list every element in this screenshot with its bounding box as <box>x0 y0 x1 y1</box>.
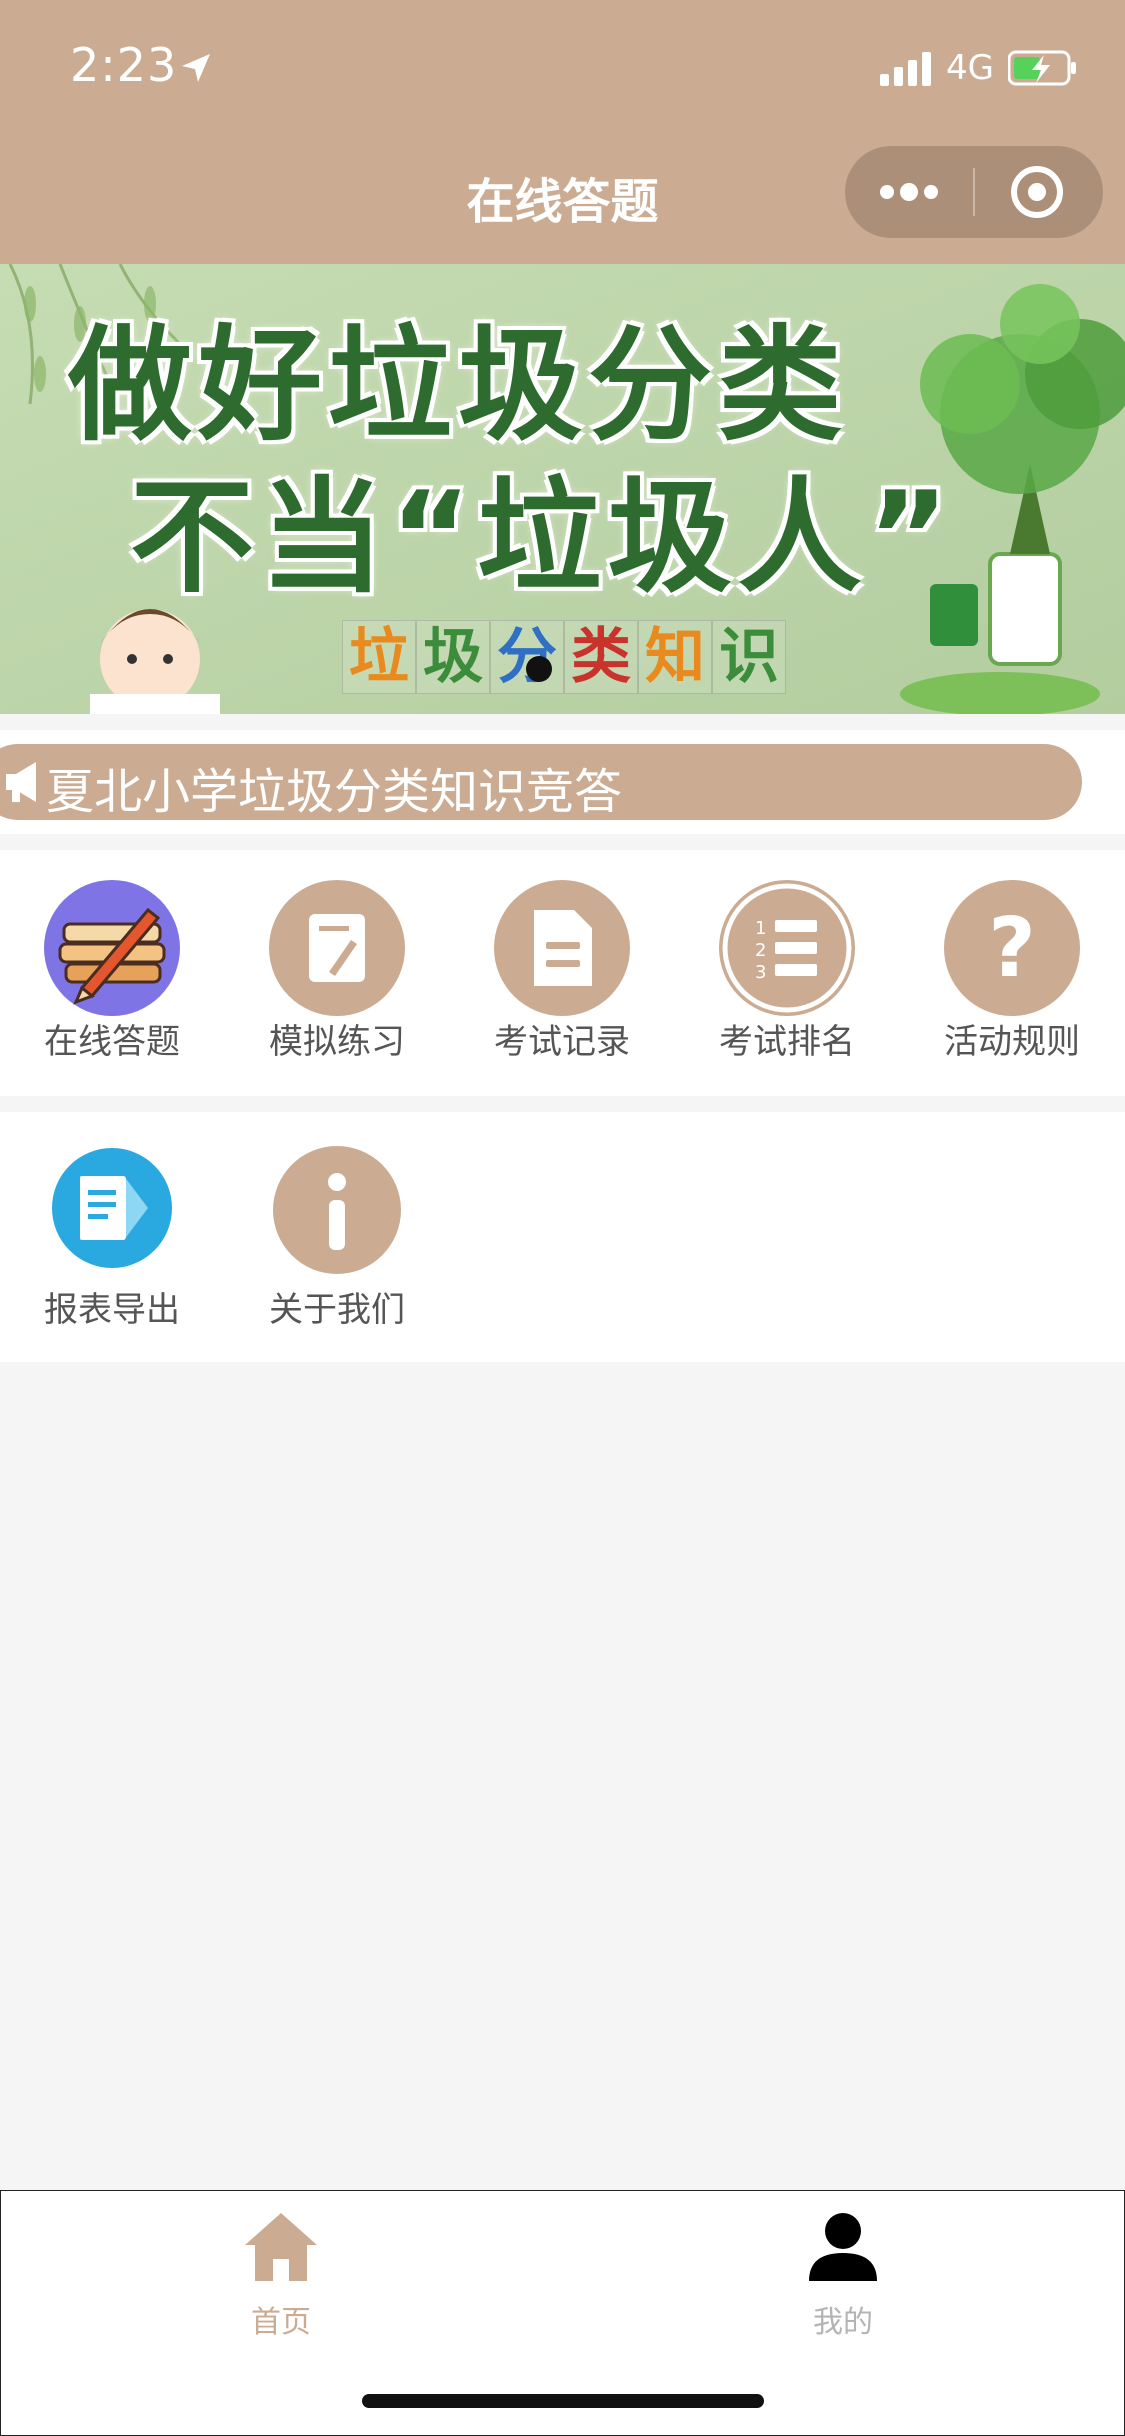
menu-label: 在线答题 <box>44 1022 180 1062</box>
banner-headline-2: 不当“垃圾人” <box>130 466 955 610</box>
svg-text:?: ? <box>988 901 1036 996</box>
status-bar: 2:23 4G <box>0 0 1125 132</box>
banner-sub-char: 分 <box>490 620 564 694</box>
menu-label: 考试排名 <box>719 1022 855 1062</box>
network-type: 4G <box>946 48 994 88</box>
more-dots-icon <box>880 183 938 201</box>
banner-carousel[interactable]: 做好垃圾分类 不当“垃圾人” 垃 圾 分 类 知 识 <box>0 264 1125 714</box>
menu-label: 考试记录 <box>494 1022 630 1062</box>
banner-sub-char: 类 <box>564 620 638 694</box>
menu-mock-practice[interactable]: 模拟练习 <box>237 850 437 1096</box>
tab-label: 首页 <box>251 2305 311 2340</box>
menu-label: 关于我们 <box>269 1290 405 1330</box>
notice-bar[interactable]: 夏北小学垃圾分类知识竞答 <box>0 744 1082 820</box>
ranking-list-icon: 1 2 3 <box>719 880 855 1016</box>
banner-sub-char: 垃 <box>342 620 416 694</box>
tab-home[interactable]: 首页 <box>181 2207 381 2340</box>
svg-text:1: 1 <box>755 918 766 939</box>
notice-text: 夏北小学垃圾分类知识竞答 <box>46 764 623 820</box>
home-indicator <box>362 2394 764 2408</box>
svg-text:2: 2 <box>755 940 766 961</box>
books-pencil-icon <box>44 880 180 1016</box>
tab-mine[interactable]: 我的 <box>743 2207 943 2340</box>
menu-grid-row-1: 在线答题 模拟练习 考试记录 1 2 3 考试排名 ? 活动规则 <box>0 850 1125 1096</box>
carousel-indicator-dot[interactable] <box>526 656 552 682</box>
menu-about-us[interactable]: 关于我们 <box>237 1112 437 1362</box>
menu-exam-records[interactable]: 考试记录 <box>462 850 662 1096</box>
menu-label: 模拟练习 <box>269 1022 405 1062</box>
tab-label: 我的 <box>813 2305 873 2340</box>
more-button[interactable] <box>845 146 973 238</box>
banner-sub-char: 圾 <box>416 620 490 694</box>
document-icon <box>494 880 630 1016</box>
user-icon <box>809 2213 877 2281</box>
banner-sub-char: 识 <box>712 620 786 694</box>
edit-document-icon <box>269 880 405 1016</box>
nav-bar: 在线答题 <box>0 132 1125 264</box>
menu-label: 活动规则 <box>944 1022 1080 1062</box>
menu-report-export[interactable]: 报表导出 <box>12 1112 212 1362</box>
svg-text:3: 3 <box>755 962 766 983</box>
target-close-icon <box>1011 166 1063 218</box>
mini-program-capsule <box>845 146 1103 238</box>
battery-charging-icon <box>1008 50 1076 86</box>
banner-sub-char: 知 <box>638 620 712 694</box>
banner-subtitle: 垃 圾 分 类 知 识 <box>342 620 786 694</box>
location-arrow-icon <box>182 54 210 82</box>
menu-activity-rules[interactable]: ? 活动规则 <box>912 850 1112 1096</box>
menu-exam-ranking[interactable]: 1 2 3 考试排名 <box>687 850 887 1096</box>
notice-section: 夏北小学垃圾分类知识竞答 <box>0 730 1125 834</box>
menu-grid-row-2: 报表导出 关于我们 <box>0 1112 1125 1362</box>
question-mark-icon: ? <box>944 880 1080 1016</box>
menu-online-quiz[interactable]: 在线答题 <box>12 850 212 1096</box>
close-program-button[interactable] <box>975 146 1103 238</box>
menu-label: 报表导出 <box>44 1290 180 1330</box>
status-time: 2:23 <box>70 38 178 92</box>
home-icon <box>245 2213 317 2281</box>
megaphone-icon <box>6 762 36 802</box>
info-icon <box>273 1146 401 1274</box>
report-export-icon <box>52 1148 172 1268</box>
cellular-signal-icon <box>880 52 931 86</box>
